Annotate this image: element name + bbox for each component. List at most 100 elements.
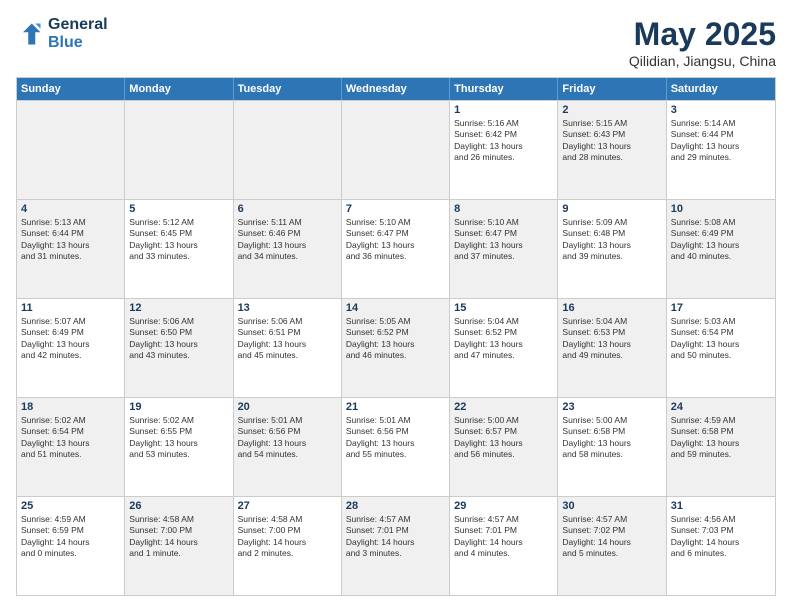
- calendar-cell: 24 Sunrise: 4:59 AM Sunset: 6:58 PM Dayli…: [667, 398, 775, 496]
- title-block: May 2025 Qilidian, Jiangsu, China: [629, 16, 776, 69]
- calendar-cell: 16 Sunrise: 5:04 AM Sunset: 6:53 PM Dayli…: [558, 299, 666, 397]
- calendar-row: 25 Sunrise: 4:59 AM Sunset: 6:59 PM Dayli…: [17, 496, 775, 595]
- calendar-cell: [342, 101, 450, 199]
- calendar-cell: 12 Sunrise: 5:06 AM Sunset: 6:50 PM Dayli…: [125, 299, 233, 397]
- day-number: 21: [346, 401, 445, 413]
- day-number: 5: [129, 203, 228, 215]
- calendar-day-header: Thursday: [450, 78, 558, 100]
- day-number: 11: [21, 302, 120, 314]
- cell-text: Sunrise: 5:10 AM Sunset: 6:47 PM Dayligh…: [454, 217, 553, 263]
- calendar-body: 1Sunrise: 5:16 AM Sunset: 6:42 PM Daylig…: [17, 100, 775, 595]
- day-number: 29: [454, 500, 553, 512]
- main-title: May 2025: [629, 16, 776, 53]
- day-number: 19: [129, 401, 228, 413]
- day-number: 14: [346, 302, 445, 314]
- calendar-day-header: Sunday: [17, 78, 125, 100]
- cell-text: Sunrise: 5:09 AM Sunset: 6:48 PM Dayligh…: [562, 217, 661, 263]
- calendar-cell: 20 Sunrise: 5:01 AM Sunset: 6:56 PM Dayli…: [234, 398, 342, 496]
- cell-text: Sunrise: 5:01 AM Sunset: 6:56 PM Dayligh…: [238, 415, 337, 461]
- cell-text: Sunrise: 5:01 AM Sunset: 6:56 PM Dayligh…: [346, 415, 445, 461]
- cell-text: Sunrise: 5:04 AM Sunset: 6:52 PM Dayligh…: [454, 316, 553, 362]
- subtitle: Qilidian, Jiangsu, China: [629, 53, 776, 69]
- calendar-day-header: Monday: [125, 78, 233, 100]
- calendar-cell: [17, 101, 125, 199]
- cell-text: Sunrise: 5:15 AM Sunset: 6:43 PM Dayligh…: [562, 118, 661, 164]
- cell-text: Sunrise: 5:12 AM Sunset: 6:45 PM Dayligh…: [129, 217, 228, 263]
- header: General Blue May 2025 Qilidian, Jiangsu,…: [16, 16, 776, 69]
- calendar-cell: 9 Sunrise: 5:09 AM Sunset: 6:48 PM Daylig…: [558, 200, 666, 298]
- day-number: 22: [454, 401, 553, 413]
- calendar-cell: 8 Sunrise: 5:10 AM Sunset: 6:47 PM Daylig…: [450, 200, 558, 298]
- cell-text: Sunrise: 5:04 AM Sunset: 6:53 PM Dayligh…: [562, 316, 661, 362]
- cell-text: Sunrise: 4:59 AM Sunset: 6:59 PM Dayligh…: [21, 514, 120, 560]
- calendar-day-header: Tuesday: [234, 78, 342, 100]
- logo-icon: [16, 20, 44, 48]
- calendar-cell: 7Sunrise: 5:10 AM Sunset: 6:47 PM Daylig…: [342, 200, 450, 298]
- day-number: 6: [238, 203, 337, 215]
- cell-text: Sunrise: 5:00 AM Sunset: 6:58 PM Dayligh…: [562, 415, 661, 461]
- day-number: 18: [21, 401, 120, 413]
- cell-text: Sunrise: 4:57 AM Sunset: 7:01 PM Dayligh…: [346, 514, 445, 560]
- cell-text: Sunrise: 5:00 AM Sunset: 6:57 PM Dayligh…: [454, 415, 553, 461]
- calendar-cell: 13 Sunrise: 5:06 AM Sunset: 6:51 PM Dayli…: [234, 299, 342, 397]
- cell-text: Sunrise: 5:14 AM Sunset: 6:44 PM Dayligh…: [671, 118, 771, 164]
- day-number: 17: [671, 302, 771, 314]
- calendar-header: SundayMondayTuesdayWednesdayThursdayFrid…: [17, 78, 775, 100]
- cell-text: Sunrise: 4:56 AM Sunset: 7:03 PM Dayligh…: [671, 514, 771, 560]
- calendar-cell: 26Sunrise: 4:58 AM Sunset: 7:00 PM Dayli…: [125, 497, 233, 595]
- calendar-cell: 23 Sunrise: 5:00 AM Sunset: 6:58 PM Dayli…: [558, 398, 666, 496]
- cell-text: Sunrise: 4:58 AM Sunset: 7:00 PM Dayligh…: [129, 514, 228, 560]
- page: General Blue May 2025 Qilidian, Jiangsu,…: [0, 0, 792, 612]
- logo: General Blue: [16, 16, 108, 51]
- calendar-cell: 10Sunrise: 5:08 AM Sunset: 6:49 PM Dayli…: [667, 200, 775, 298]
- day-number: 10: [671, 203, 771, 215]
- cell-text: Sunrise: 5:11 AM Sunset: 6:46 PM Dayligh…: [238, 217, 337, 263]
- day-number: 4: [21, 203, 120, 215]
- calendar-cell: 27 Sunrise: 4:58 AM Sunset: 7:00 PM Dayli…: [234, 497, 342, 595]
- cell-text: Sunrise: 5:13 AM Sunset: 6:44 PM Dayligh…: [21, 217, 120, 263]
- day-number: 13: [238, 302, 337, 314]
- day-number: 27: [238, 500, 337, 512]
- day-number: 23: [562, 401, 661, 413]
- calendar-cell: 6 Sunrise: 5:11 AM Sunset: 6:46 PM Daylig…: [234, 200, 342, 298]
- cell-text: Sunrise: 5:05 AM Sunset: 6:52 PM Dayligh…: [346, 316, 445, 362]
- cell-text: Sunrise: 5:02 AM Sunset: 6:54 PM Dayligh…: [21, 415, 120, 461]
- logo-text: General Blue: [48, 16, 108, 51]
- calendar-cell: 30 Sunrise: 4:57 AM Sunset: 7:02 PM Dayli…: [558, 497, 666, 595]
- calendar-cell: 1Sunrise: 5:16 AM Sunset: 6:42 PM Daylig…: [450, 101, 558, 199]
- calendar-cell: 25 Sunrise: 4:59 AM Sunset: 6:59 PM Dayli…: [17, 497, 125, 595]
- cell-text: Sunrise: 5:06 AM Sunset: 6:51 PM Dayligh…: [238, 316, 337, 362]
- day-number: 9: [562, 203, 661, 215]
- day-number: 16: [562, 302, 661, 314]
- day-number: 24: [671, 401, 771, 413]
- calendar-cell: 5 Sunrise: 5:12 AM Sunset: 6:45 PM Daylig…: [125, 200, 233, 298]
- calendar-cell: 3Sunrise: 5:14 AM Sunset: 6:44 PM Daylig…: [667, 101, 775, 199]
- calendar-cell: 15 Sunrise: 5:04 AM Sunset: 6:52 PM Dayli…: [450, 299, 558, 397]
- calendar-day-header: Saturday: [667, 78, 775, 100]
- day-number: 20: [238, 401, 337, 413]
- day-number: 25: [21, 500, 120, 512]
- cell-text: Sunrise: 5:02 AM Sunset: 6:55 PM Dayligh…: [129, 415, 228, 461]
- calendar-cell: 28 Sunrise: 4:57 AM Sunset: 7:01 PM Dayli…: [342, 497, 450, 595]
- day-number: 8: [454, 203, 553, 215]
- calendar-cell: [234, 101, 342, 199]
- calendar-cell: 18 Sunrise: 5:02 AM Sunset: 6:54 PM Dayli…: [17, 398, 125, 496]
- calendar-row: 18 Sunrise: 5:02 AM Sunset: 6:54 PM Dayli…: [17, 397, 775, 496]
- cell-text: Sunrise: 5:03 AM Sunset: 6:54 PM Dayligh…: [671, 316, 771, 362]
- day-number: 12: [129, 302, 228, 314]
- day-number: 30: [562, 500, 661, 512]
- calendar-day-header: Friday: [558, 78, 666, 100]
- cell-text: Sunrise: 5:06 AM Sunset: 6:50 PM Dayligh…: [129, 316, 228, 362]
- cell-text: Sunrise: 5:10 AM Sunset: 6:47 PM Dayligh…: [346, 217, 445, 263]
- calendar-cell: 22 Sunrise: 5:00 AM Sunset: 6:57 PM Dayli…: [450, 398, 558, 496]
- calendar: SundayMondayTuesdayWednesdayThursdayFrid…: [16, 77, 776, 596]
- cell-text: Sunrise: 5:16 AM Sunset: 6:42 PM Dayligh…: [454, 118, 553, 164]
- cell-text: Sunrise: 4:59 AM Sunset: 6:58 PM Dayligh…: [671, 415, 771, 461]
- day-number: 15: [454, 302, 553, 314]
- calendar-cell: 14 Sunrise: 5:05 AM Sunset: 6:52 PM Dayli…: [342, 299, 450, 397]
- calendar-row: 1Sunrise: 5:16 AM Sunset: 6:42 PM Daylig…: [17, 100, 775, 199]
- calendar-cell: 4 Sunrise: 5:13 AM Sunset: 6:44 PM Daylig…: [17, 200, 125, 298]
- cell-text: Sunrise: 4:57 AM Sunset: 7:02 PM Dayligh…: [562, 514, 661, 560]
- day-number: 28: [346, 500, 445, 512]
- cell-text: Sunrise: 4:58 AM Sunset: 7:00 PM Dayligh…: [238, 514, 337, 560]
